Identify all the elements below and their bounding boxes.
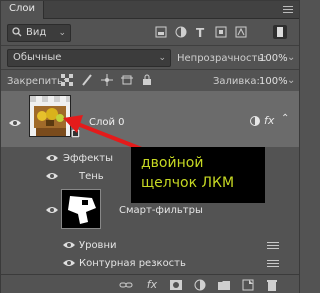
chevron-down-icon: ⌄ xyxy=(158,53,166,63)
opacity-input[interactable]: 100% xyxy=(259,53,288,64)
chevron-up-icon[interactable]: ⌃ xyxy=(281,113,289,124)
fill-label: Заливка: xyxy=(213,76,260,87)
new-adjustment-layer-icon[interactable] xyxy=(193,278,207,292)
filter-kind-label: Вид xyxy=(26,27,47,38)
smart-filter-mask-thumbnail[interactable] xyxy=(61,189,101,229)
filter-blending-options-icon[interactable] xyxy=(267,260,279,268)
blend-mode-select[interactable]: Обычные ⌄ xyxy=(7,49,171,67)
opacity-label: Непрозрачность: xyxy=(177,53,267,64)
filter-type-icon[interactable]: T xyxy=(195,26,207,40)
lock-all-icon[interactable] xyxy=(141,74,153,86)
panel-titlebar: Слои xyxy=(1,1,299,19)
filter-kind-select[interactable]: Вид ⌄ xyxy=(7,24,71,42)
layer-fx-icon[interactable]: fx xyxy=(264,114,274,127)
opacity-dropdown-icon[interactable]: ⌄ xyxy=(287,52,295,63)
divider xyxy=(1,45,299,46)
effects-link-icon[interactable] xyxy=(249,115,261,127)
smart-filters-label: Смарт-фильтры xyxy=(119,205,203,216)
shadow-label: Тень xyxy=(79,171,104,182)
fill-input[interactable]: 100% xyxy=(259,76,288,87)
new-layer-icon[interactable] xyxy=(241,278,255,292)
lock-artboard-icon[interactable] xyxy=(121,74,133,86)
lock-label: Закрепить: xyxy=(7,76,67,87)
levels-filter-label[interactable]: Уровни xyxy=(79,240,117,251)
filter-toggle-icon[interactable] xyxy=(273,25,287,39)
tab-layers[interactable]: Слои xyxy=(1,1,44,19)
annotation-line1: двойной xyxy=(141,155,204,171)
shadow-eye-icon[interactable] xyxy=(46,172,58,180)
filter-blending-options-icon[interactable] xyxy=(267,242,279,250)
blend-mode-value: Обычные xyxy=(13,52,62,63)
lock-position-icon[interactable] xyxy=(101,74,113,86)
sharpen-filter-label[interactable]: Контурная резкость xyxy=(79,258,186,269)
effects-eye-icon[interactable] xyxy=(46,154,58,162)
layers-panel: Слои Вид ⌄ T Обычные ⌄ Непрозрачность: 1… xyxy=(0,0,300,293)
sharpen-eye-icon[interactable] xyxy=(63,259,75,267)
chevron-down-icon: ⌄ xyxy=(58,28,66,38)
divider xyxy=(1,69,299,70)
annotation-line2: щелчок ЛКМ xyxy=(141,175,235,191)
lock-image-pixels-icon[interactable] xyxy=(81,74,93,86)
visibility-eye-icon[interactable] xyxy=(9,119,21,127)
fill-dropdown-icon[interactable]: ⌄ xyxy=(287,75,295,86)
add-layer-style-button[interactable]: fx xyxy=(145,278,159,292)
add-mask-icon[interactable] xyxy=(169,278,183,292)
lock-transparent-pixels-icon[interactable] xyxy=(61,74,73,86)
svg-text:T: T xyxy=(196,26,205,38)
panel-menu-icon[interactable] xyxy=(283,6,293,14)
search-icon xyxy=(12,27,22,40)
annotation-box: двойной щелчок ЛКМ xyxy=(131,147,265,203)
filter-adjustment-icon[interactable] xyxy=(175,26,187,38)
filter-smart-object-icon[interactable] xyxy=(235,26,247,38)
layers-bottom-toolbar: fx xyxy=(1,274,299,293)
delete-layer-trash-icon[interactable] xyxy=(265,278,279,292)
smart-filters-eye-icon[interactable] xyxy=(46,206,58,214)
link-layers-icon[interactable] xyxy=(119,278,133,292)
filter-shape-icon[interactable] xyxy=(215,26,227,38)
levels-eye-icon[interactable] xyxy=(63,241,75,249)
filter-pixel-icon[interactable] xyxy=(155,26,167,38)
new-group-folder-icon[interactable] xyxy=(217,278,231,292)
filter-row: Вид ⌄ T xyxy=(1,22,299,44)
